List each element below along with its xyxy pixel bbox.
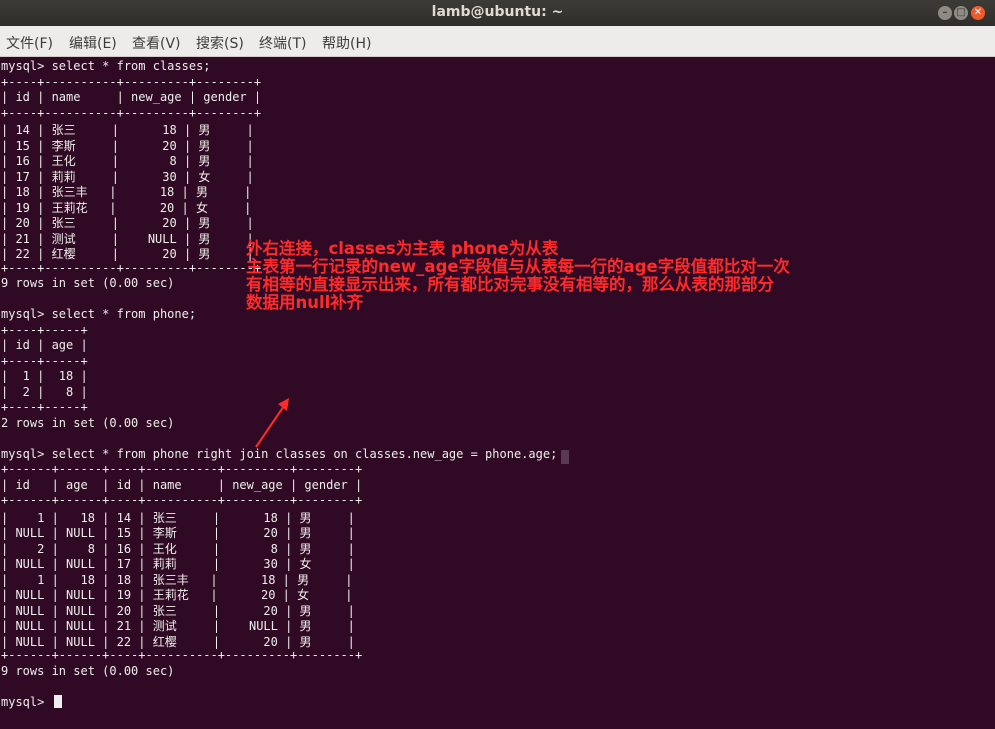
terminal-line: | 2 | 8 | — [1, 384, 88, 399]
terminal-line: | NULL | NULL | 20 | 张三 | 20 | 男 | — [1, 603, 355, 618]
terminal-line: | 21 | 测试 | NULL | 男 | — [1, 231, 254, 246]
annotation-line: 外右连接，classes为主表 phone为从表 — [246, 239, 559, 258]
terminal-line: 9 rows in set (0.00 sec) — [1, 663, 175, 678]
minimize-button[interactable]: – — [938, 6, 952, 20]
menu-help[interactable]: 帮助(H) — [322, 33, 371, 53]
terminal-area[interactable]: mysql> select * from classes; +----+-----… — [0, 57, 995, 729]
window-titlebar[interactable]: lamb@ubuntu: ~ – □ ✕ — [0, 0, 995, 26]
terminal-line: | NULL | NULL | 17 | 莉莉 | 30 | 女 | — [1, 557, 355, 571]
terminal-line: | 20 | 张三 | 20 | 男 | — [1, 216, 254, 230]
annotation-text: 外右连接，classes为主表 phone为从表 主表第一行记录的new_age… — [246, 240, 991, 312]
terminal-line: +----+-----+ — [1, 400, 88, 414]
close-button[interactable]: ✕ — [971, 6, 985, 20]
terminal-line: | 22 | 红樱 | 20 | 男 | — [1, 247, 254, 261]
terminal-line: +----+----------+---------+--------+ — [1, 105, 262, 120]
terminal-line: | 1 | 18 | — [1, 369, 88, 383]
terminal-line: | NULL | NULL | 19 | 王莉花 | 20 | 女 | — [1, 588, 353, 602]
terminal-line: | 19 | 王莉花 | 20 | 女 | — [1, 200, 252, 215]
terminal-line: +----+----------+---------+--------+ — [1, 74, 262, 89]
terminal-line: mysql> select * from phone; — [1, 307, 197, 321]
terminal-line: | 18 | 张三丰 | 18 | 男 | — [1, 185, 252, 199]
menu-search[interactable]: 搜索(S) — [196, 33, 244, 53]
terminal-line: | 14 | 张三 | 18 | 男 | — [1, 123, 254, 137]
terminal-line: +----+-----+ — [1, 353, 88, 368]
terminal-line: +----+----------+---------+--------+ — [1, 260, 262, 275]
terminal-line: mysql> select * from classes; — [1, 59, 211, 73]
terminal-line: | NULL | NULL | 21 | 测试 | NULL | 男 | — [1, 619, 355, 633]
terminal-line: | NULL | NULL | 22 | 红樱 | 20 | 男 | — [1, 634, 355, 649]
terminal-line: +----+-----+ — [1, 322, 88, 337]
terminal-cursor — [53, 694, 62, 708]
menu-view[interactable]: 查看(V) — [132, 33, 181, 53]
terminal-line: | id | age | id | name | new_age | gende… — [1, 477, 363, 492]
terminal-line: | 17 | 莉莉 | 30 | 女 | — [1, 169, 254, 184]
terminal-line: +------+------+----+----------+---------… — [1, 648, 363, 662]
annotation-line: 有相等的直接显示出来，所有都比对完事没有相等的，那么从表的那部分 — [246, 275, 774, 294]
terminal-line: mysql> select * from phone right join cl… — [1, 446, 558, 461]
selection-highlight — [561, 450, 569, 464]
terminal-line: | NULL | NULL | 15 | 李斯 | 20 | 男 | — [1, 526, 355, 540]
terminal-line: 2 rows in set (0.00 sec) — [1, 415, 175, 430]
menu-file[interactable]: 文件(F) — [6, 33, 53, 53]
terminal-line: | 15 | 李斯 | 20 | 男 | — [1, 138, 254, 153]
terminal-line: | 16 | 王化 | 8 | 男 | — [1, 154, 254, 168]
menu-bar: 文件(F) 编辑(E) 查看(V) 搜索(S) 终端(T) 帮助(H) — [0, 26, 995, 57]
terminal-line: 9 rows in set (0.00 sec) — [1, 276, 175, 290]
terminal-line: | 1 | 18 | 18 | 张三丰 | 18 | 男 | — [1, 572, 353, 587]
annotation-line: 数据用null补齐 — [246, 293, 364, 312]
window-title: lamb@ubuntu: ~ — [431, 4, 564, 20]
terminal-line: +------+------+----+----------+---------… — [1, 493, 363, 507]
terminal-line: | 2 | 8 | 16 | 王化 | 8 | 男 | — [1, 541, 355, 556]
maximize-button[interactable]: □ — [954, 6, 968, 20]
terminal-line: | id | name | new_age | gender | — [1, 90, 262, 104]
annotation-line: 主表第一行记录的new_age字段值与从表每一行的age字段值都比对一次 — [246, 257, 790, 276]
terminal-line: mysql> — [1, 694, 62, 709]
menu-edit[interactable]: 编辑(E) — [69, 33, 117, 53]
terminal-line: | 1 | 18 | 14 | 张三 | 18 | 男 | — [1, 510, 355, 525]
terminal-line: +------+------+----+----------+---------… — [1, 462, 363, 476]
menu-terminal[interactable]: 终端(T) — [259, 33, 306, 53]
terminal-line: | id | age | — [1, 338, 88, 352]
